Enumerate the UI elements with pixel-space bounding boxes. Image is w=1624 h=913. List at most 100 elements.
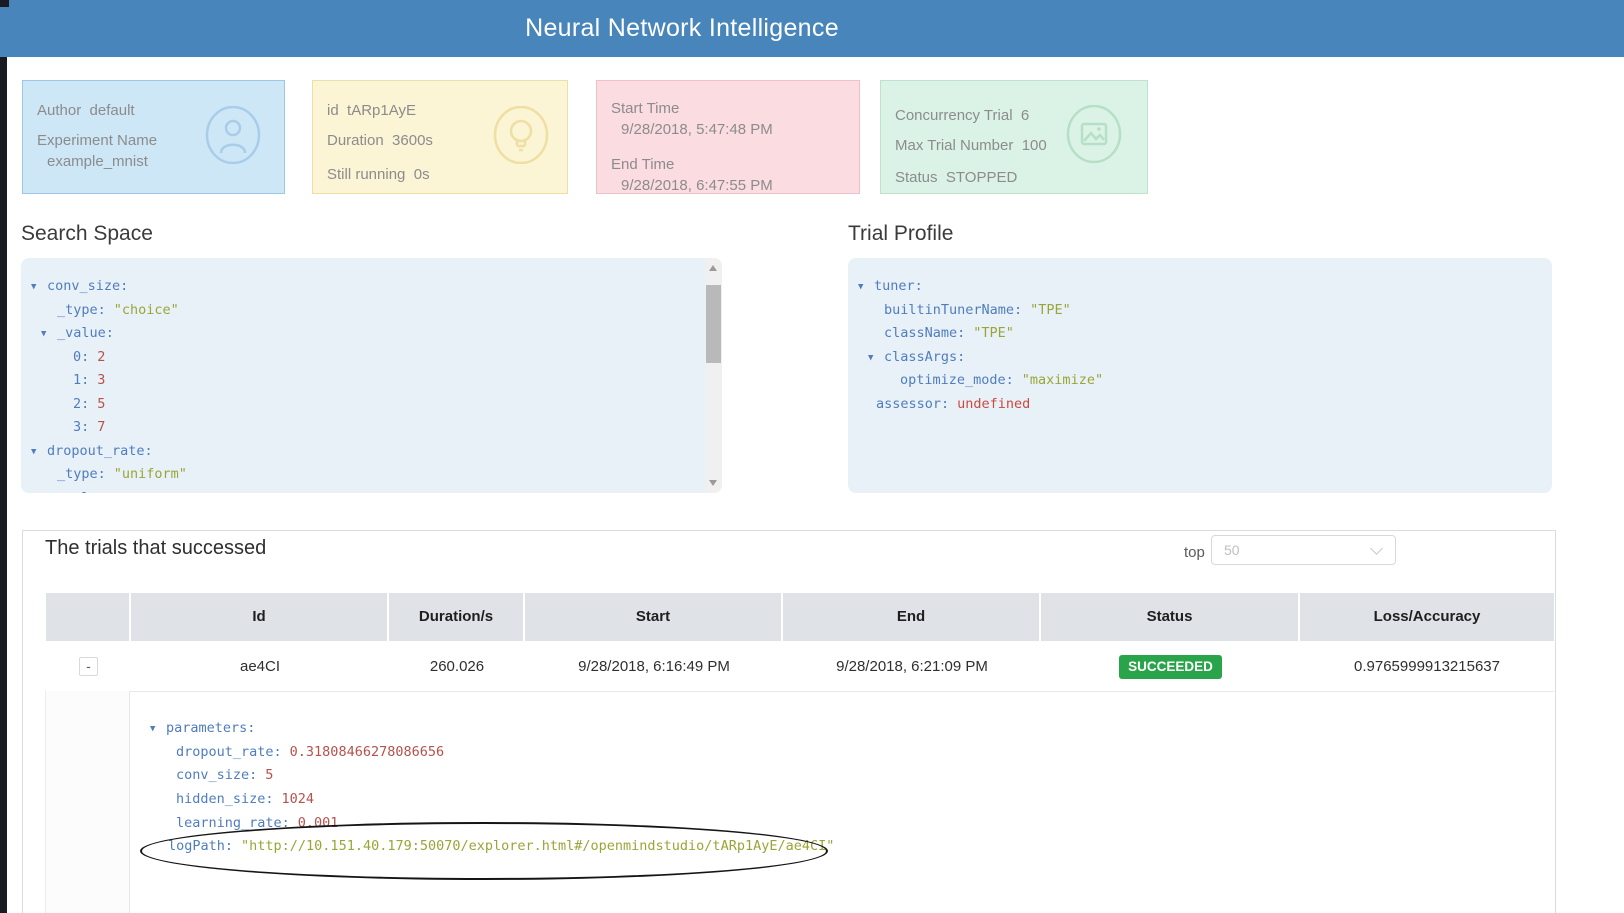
- collapse-arrow-icon[interactable]: ▼: [31, 441, 47, 465]
- status-card: Concurrency Trial 6 Max Trial Number 100…: [880, 80, 1148, 194]
- tree-leaf: 3:7: [21, 416, 722, 440]
- chevron-down-icon: [1370, 542, 1383, 555]
- tree-key: _value:: [57, 490, 114, 494]
- parameters-json-tree: ▼parameters: dropout_rate:0.318084662780…: [140, 717, 834, 859]
- status-label: Status STOPPED: [895, 168, 1017, 188]
- page-title: Neural Network Intelligence: [0, 0, 1364, 57]
- tree-key: 0:: [73, 349, 89, 365]
- max-trial-value: 100: [1022, 137, 1047, 154]
- tree-key: learning_rate:: [176, 815, 290, 831]
- tree-value: 2: [97, 349, 105, 365]
- scrollbar-thumb[interactable]: [706, 285, 721, 363]
- column-header-id: Id: [131, 593, 389, 641]
- column-header-end: End: [783, 593, 1041, 641]
- lightbulb-icon: [492, 106, 550, 164]
- tree-value: "uniform": [114, 466, 187, 482]
- tree-value: 5: [97, 396, 105, 412]
- end-time-label: End Time: [611, 155, 674, 175]
- trials-title: The trials that successed: [45, 537, 266, 560]
- tree-key: classArgs:: [884, 349, 965, 365]
- still-running-label: Still running 0s: [327, 165, 430, 185]
- status-badge: SUCCEEDED: [1119, 655, 1222, 679]
- end-time-value: 9/28/2018, 6:47:55 PM: [621, 176, 773, 196]
- cell-duration: 260.026: [389, 641, 525, 691]
- scrollbar[interactable]: [705, 258, 722, 493]
- tree-key: dropout_rate:: [47, 443, 153, 459]
- cell-end: 9/28/2018, 6:21:09 PM: [783, 641, 1041, 691]
- collapse-arrow-icon[interactable]: ▼: [858, 276, 874, 300]
- collapse-arrow-icon[interactable]: ▼: [150, 718, 166, 742]
- tree-value: undefined: [957, 396, 1030, 412]
- top-label: top: [1184, 544, 1205, 561]
- window-edge-notch: [0, 0, 9, 7]
- top-select-value: 50: [1224, 542, 1240, 558]
- tree-key: conv_size:: [176, 767, 257, 783]
- tree-key: _type:: [57, 302, 106, 318]
- column-header-status: Status: [1041, 593, 1300, 641]
- nni-dashboard: Neural Network Intelligence Author defau…: [0, 0, 1624, 913]
- tree-value: "http://10.151.40.179:50070/explorer.htm…: [241, 838, 834, 854]
- cell-start: 9/28/2018, 6:16:49 PM: [525, 641, 783, 691]
- tree-key: hidden_size:: [176, 791, 274, 807]
- cell-loss: 0.9765999913215637: [1300, 641, 1554, 691]
- max-trial-label: Max Trial Number 100: [895, 136, 1047, 156]
- collapse-arrow-icon[interactable]: ▼: [31, 276, 47, 300]
- collapse-arrow-icon[interactable]: ▼: [41, 488, 57, 494]
- tree-value: "maximize": [1022, 372, 1103, 388]
- author-value: default: [90, 102, 135, 119]
- image-icon: [1065, 105, 1123, 163]
- tree-value: "TPE": [1030, 302, 1071, 318]
- search-space-title: Search Space: [21, 222, 153, 246]
- tree-node: ▼tuner:: [848, 275, 1552, 299]
- tree-node: ▼conv_size:: [21, 275, 722, 299]
- tree-key: 1:: [73, 372, 89, 388]
- table-header-row: Id Duration/s Start End Status Loss/Accu…: [46, 593, 1554, 641]
- collapse-arrow-icon[interactable]: ▼: [41, 323, 57, 347]
- expanded-row-gutter: [45, 691, 130, 913]
- duration-value: 3600s: [392, 132, 433, 149]
- top-select[interactable]: 50: [1211, 535, 1396, 565]
- tree-leaf: assessor: undefined: [848, 393, 1552, 417]
- tree-node: ▼_value:: [21, 322, 722, 346]
- tree-leaf: optimize_mode: "maximize": [848, 369, 1552, 393]
- column-header-loss: Loss/Accuracy: [1300, 593, 1554, 641]
- search-space-json-tree: ▼conv_size: _type:"choice" ▼_value: 0:2 …: [21, 275, 722, 493]
- tree-key: optimize_mode:: [900, 372, 1014, 388]
- tree-value: 0.001: [298, 815, 339, 831]
- tree-leaf: conv_size:5: [140, 764, 834, 788]
- tree-key: 2:: [73, 396, 89, 412]
- collapse-arrow-icon[interactable]: ▼: [868, 347, 884, 371]
- collapse-row-button[interactable]: -: [79, 657, 98, 676]
- tree-leaf: learning_rate: 0.001: [140, 812, 834, 836]
- tree-key: assessor:: [876, 396, 949, 412]
- tree-leaf: 2: 5: [21, 393, 722, 417]
- table-row: - ae4CI 260.026 9/28/2018, 6:16:49 PM 9/…: [46, 641, 1554, 692]
- tree-key: _value:: [57, 325, 114, 341]
- tree-key: conv_size:: [47, 278, 128, 294]
- tree-key: className:: [884, 325, 965, 341]
- id-value: tARp1AyE: [347, 102, 416, 119]
- duration-label: Duration 3600s: [327, 131, 433, 151]
- tree-key: logPath:: [168, 838, 233, 854]
- scroll-down-icon[interactable]: [709, 480, 717, 486]
- tree-key: builtinTunerName:: [884, 302, 1022, 318]
- concurrency-value: 6: [1021, 107, 1029, 124]
- scroll-up-icon[interactable]: [709, 265, 717, 271]
- tree-leaf: hidden_size:1024: [140, 788, 834, 812]
- start-time-value: 9/28/2018, 5:47:48 PM: [621, 120, 773, 140]
- tree-value: "choice": [114, 302, 179, 318]
- author-label: Author default: [37, 101, 135, 121]
- tree-key: tuner:: [874, 278, 923, 294]
- tree-node: ▼_value:: [21, 487, 722, 494]
- still-running-value: 0s: [414, 166, 430, 183]
- tree-leaf: _type:"uniform": [21, 463, 722, 487]
- experiment-name-value: example_mnist: [47, 152, 148, 172]
- trials-table: Id Duration/s Start End Status Loss/Accu…: [46, 593, 1554, 692]
- tree-key: dropout_rate:: [176, 744, 282, 760]
- cell-expand: -: [46, 641, 131, 691]
- tree-key: 3:: [73, 419, 89, 435]
- cell-status: SUCCEEDED: [1041, 641, 1300, 691]
- status-value: STOPPED: [946, 169, 1017, 186]
- search-space-panel: ▼conv_size: _type:"choice" ▼_value: 0:2 …: [21, 258, 722, 493]
- person-icon: [204, 106, 262, 164]
